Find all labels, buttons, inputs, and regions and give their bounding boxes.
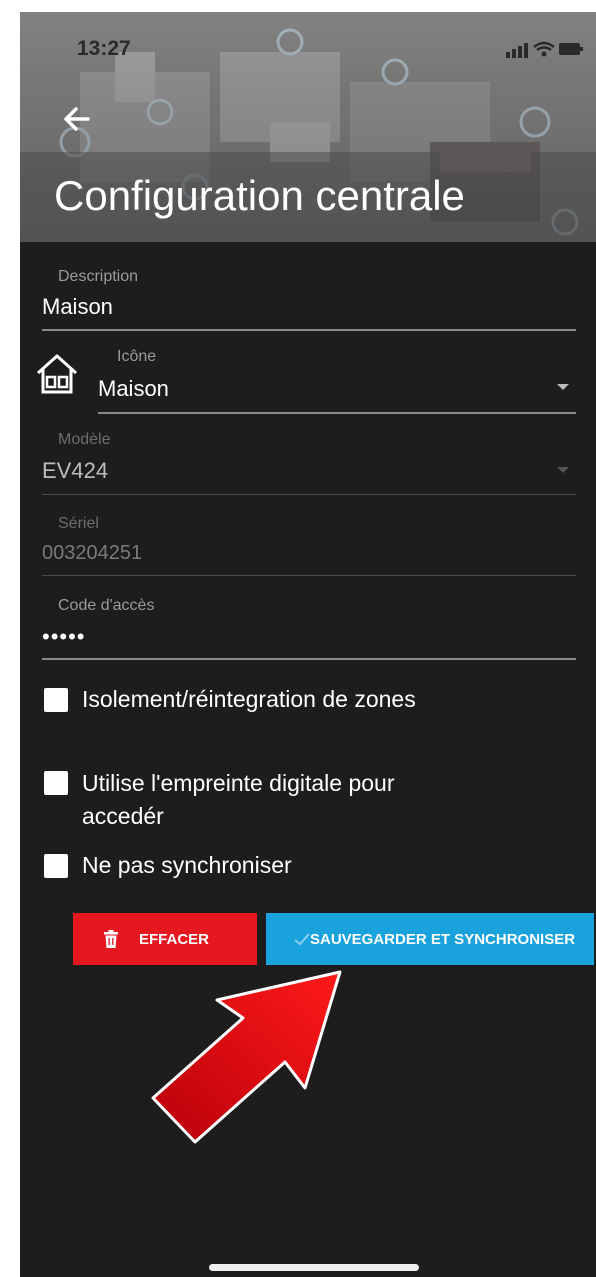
delete-button[interactable]: EFFACER — [73, 913, 257, 965]
status-icons — [506, 41, 583, 58]
no-sync-checkbox[interactable] — [44, 854, 68, 878]
icon-select-value[interactable]: Maison — [98, 376, 169, 402]
access-code-value[interactable]: ••••• — [42, 624, 86, 650]
access-code-label: Code d'accès — [58, 597, 155, 614]
model-label: Modèle — [58, 431, 111, 448]
back-arrow-icon[interactable] — [60, 102, 94, 136]
save-sync-button[interactable]: SAUVEGARDER ET SYNCHRONISER — [266, 913, 594, 965]
zone-isolation-label: Isolement/réintegration de zones — [82, 686, 416, 712]
model-dropdown-icon — [557, 467, 569, 473]
fingerprint-checkbox[interactable] — [44, 771, 68, 795]
fingerprint-label-line2: accedér — [82, 803, 164, 829]
description-label: Description — [58, 268, 139, 285]
icon-select-dropdown-icon[interactable] — [557, 384, 569, 390]
model-underline — [42, 494, 576, 495]
icon-select-label: Icône — [117, 348, 157, 365]
battery-icon — [559, 43, 583, 55]
check-icon — [294, 933, 310, 946]
house-icon — [36, 354, 78, 394]
model-value: EV424 — [42, 458, 109, 483]
annotation-arrow-icon — [151, 970, 342, 1144]
description-underline — [42, 329, 576, 331]
icon-select-underline — [98, 412, 576, 414]
header-banner: 13:27 Configuration centrale — [20, 12, 596, 242]
delete-button-label: EFFACER — [139, 930, 210, 948]
serial-underline — [42, 575, 576, 576]
serial-value: 003204251 — [42, 542, 143, 564]
status-time: 13:27 — [77, 37, 131, 60]
fingerprint-label-line1: Utilise l'empreinte digitale pour — [82, 770, 395, 796]
description-value[interactable]: Maison — [42, 294, 113, 320]
serial-label: Sériel — [58, 515, 99, 532]
no-sync-label: Ne pas synchroniser — [82, 852, 292, 878]
trash-icon — [104, 930, 118, 948]
save-sync-button-label: SAUVEGARDER ET SYNCHRONISER — [310, 930, 576, 948]
wifi-icon — [533, 41, 555, 57]
access-code-underline — [42, 658, 576, 660]
app-screen: 13:27 Configuration centrale Description… — [20, 12, 596, 1277]
page-title: Configuration centrale — [54, 172, 465, 219]
zone-isolation-checkbox[interactable] — [44, 688, 68, 712]
home-indicator — [209, 1264, 419, 1271]
signal-icon — [506, 43, 528, 58]
